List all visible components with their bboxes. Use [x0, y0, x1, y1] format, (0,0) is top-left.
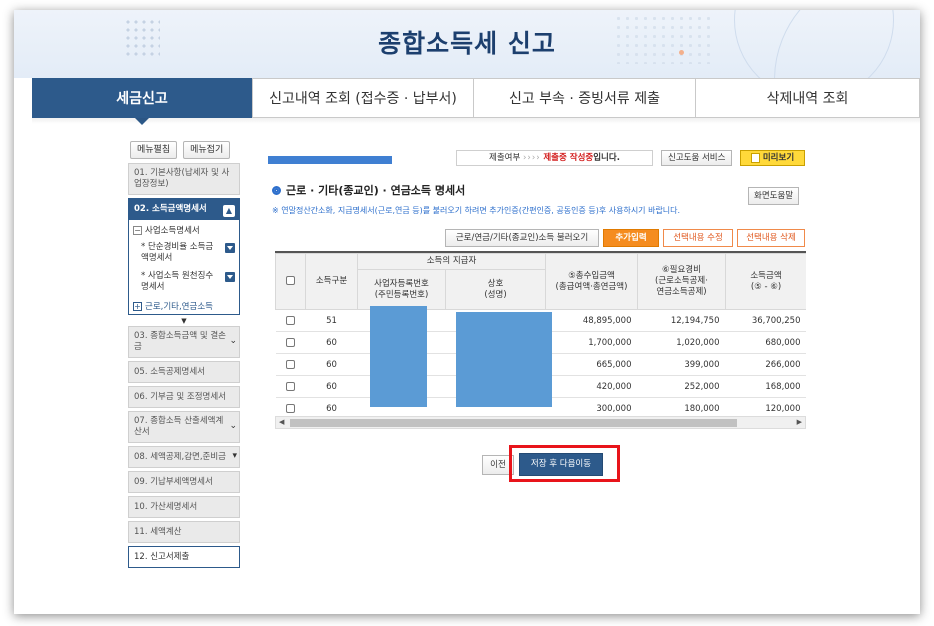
cell-income: 36,700,250	[725, 309, 806, 332]
minus-icon: −	[133, 225, 142, 235]
submenu-business-income[interactable]: − 사업소득명세서	[133, 224, 235, 236]
sidebar-item-basic-info[interactable]: 01. 기본사항(납세자 및 사업장정보)	[128, 163, 240, 195]
cell-gross: 420,000	[545, 375, 638, 398]
cell-gross: 665,000	[545, 353, 638, 376]
chevron-down-icon: ▾	[232, 451, 237, 461]
col-biz-reg-no: 사업자등록번호 (주민등록번호)	[357, 269, 446, 310]
document-icon	[750, 153, 760, 163]
tab-deleted-history[interactable]: 삭제내역 조회	[696, 78, 920, 118]
progress-bar	[268, 156, 392, 164]
col-income-amount: 소득금액 (⑤ - ⑥)	[725, 253, 806, 310]
notice-text: ※ 연말정산간소화, 지급명세서(근로,연금 등)를 불러오기 하려면 추가인증…	[272, 206, 681, 215]
cell-income: 168,000	[725, 375, 806, 398]
sidebar-item-deductions[interactable]: 05. 소득공제명세서	[128, 361, 240, 383]
cell-expense: 399,000	[637, 353, 726, 376]
scroll-right-icon[interactable]: ▶	[797, 417, 802, 428]
submenu-wage-pension[interactable]: + 근로,기타,연금소득	[133, 300, 235, 312]
screen-help-button[interactable]: 화면도움말	[748, 187, 800, 205]
cell-type: 51	[305, 309, 358, 332]
select-all-header	[275, 253, 306, 310]
tabs-shadow	[32, 118, 920, 124]
row-checkbox[interactable]	[286, 359, 295, 369]
col-gross-income: ⑤총수입금액 (총급여액·총연금액)	[545, 253, 638, 310]
chevron-down-icon: ▼	[181, 317, 187, 325]
chevron-up-icon[interactable]: ▲	[223, 205, 235, 217]
preview-button[interactable]: 미리보기	[740, 150, 805, 166]
scrollbar-thumb[interactable]	[290, 419, 737, 427]
banner: 종합소득세 신고	[14, 10, 920, 78]
select-all-checkbox[interactable]	[286, 276, 295, 285]
row-checkbox[interactable]	[286, 381, 295, 391]
cell-type: 60	[305, 375, 358, 398]
table-horizontal-scrollbar[interactable]: ◀ ▶	[275, 416, 806, 429]
filing-help-service-button[interactable]: 신고도움 서비스	[661, 150, 733, 166]
sidebar-item-penalty-tax[interactable]: 10. 가산세명세서	[128, 496, 240, 518]
menu-expand-button[interactable]: 메뉴펼침	[130, 141, 178, 159]
row-checkbox[interactable]	[286, 315, 295, 325]
menu-toggle-group: 메뉴펼침 메뉴접기	[130, 141, 231, 159]
tab-attachments[interactable]: 신고 부속 · 증빙서류 제출	[474, 78, 696, 118]
submenu-simple-expense[interactable]: * 단순경비율 소득금액명세서	[133, 242, 235, 264]
row-checkbox[interactable]	[286, 337, 295, 347]
menu-collapse-button[interactable]: 메뉴접기	[183, 141, 231, 159]
add-entry-button[interactable]: 추가입력	[603, 229, 659, 247]
tab-tax-filing[interactable]: 세금신고	[32, 78, 252, 125]
cell-gross: 1,700,000	[545, 331, 638, 354]
bullet-icon	[272, 185, 281, 195]
cell-income: 680,000	[725, 331, 806, 354]
sidebar-item-tax-calculation[interactable]: 11. 세액계산	[128, 521, 240, 543]
cell-expense: 252,000	[637, 375, 726, 398]
delete-selected-button[interactable]: 선택내용 삭제	[737, 229, 805, 247]
section-title: 근로 · 기타(종교인) · 연금소득 명세서	[272, 182, 465, 198]
sidebar-item-total-income[interactable]: 03. 종합소득금액 및 결손금 ⌄	[128, 326, 240, 358]
dropdown-icon[interactable]	[225, 272, 235, 282]
col-income-type: 소득구분	[305, 253, 358, 310]
cell-income: 266,000	[725, 353, 806, 376]
main-tabs: 세금신고 신고내역 조회 (접수증 · 납부서) 신고 부속 · 증빙서류 제출…	[32, 78, 920, 125]
cell-type: 60	[305, 353, 358, 376]
cell-gross: 48,895,000	[545, 309, 638, 332]
edit-selected-button[interactable]: 선택내용 수정	[663, 229, 733, 247]
tab-filing-history[interactable]: 신고내역 조회 (접수증 · 납부서)	[252, 78, 474, 118]
sidebar-item-prepaid-tax[interactable]: 09. 기납부세액명세서	[128, 471, 240, 493]
chevron-down-icon: ⌄	[229, 421, 237, 431]
cell-expense: 1,020,000	[637, 331, 726, 354]
redaction-mask	[370, 306, 427, 407]
chevron-down-icon: ⌄	[229, 336, 237, 346]
col-payer-name: 상호 (성명)	[445, 269, 546, 310]
sidebar-submenu: − 사업소득명세서 * 단순경비율 소득금액명세서 * 사업소득 원천징수명세서…	[128, 220, 240, 315]
status-indicator: 제출여부 ›››› 제출중 작성중입니다.	[456, 150, 653, 166]
sidebar-item-submit[interactable]: 12. 신고서제출	[128, 546, 240, 568]
col-payer-group: 소득의 지급자	[357, 253, 546, 270]
sidebar-item-tax-calc-sheet[interactable]: 07. 종합소득 산출세액계산서 ⌄	[128, 411, 240, 443]
sidebar-item-tax-credits[interactable]: 08. 세액공제,감면,준비금 ▾	[128, 446, 240, 468]
col-necessary-expense: ⑥필요경비 (근로소득공제· 연금소득공제)	[637, 253, 726, 310]
page-title: 종합소득세 신고	[378, 29, 556, 58]
load-income-button[interactable]: 근로/연금/기타(종교인)소득 불러오기	[445, 229, 599, 247]
sidebar: 01. 기본사항(납세자 및 사업장정보) 02. 소득금액명세서 ▲ − 사업…	[128, 163, 240, 571]
sidebar-item-donations[interactable]: 06. 기부금 및 조정명세서	[128, 386, 240, 408]
row-checkbox[interactable]	[286, 403, 295, 413]
submenu-withholding[interactable]: * 사업소득 원천징수명세서	[133, 271, 235, 293]
sidebar-item-label: 02. 소득금액명세서	[134, 203, 207, 214]
scroll-left-icon[interactable]: ◀	[279, 417, 284, 428]
sidebar-item-income-statement[interactable]: 02. 소득금액명세서 ▲	[128, 198, 240, 220]
cell-type: 60	[305, 331, 358, 354]
highlight-box	[509, 445, 620, 482]
cell-expense: 12,194,750	[637, 309, 726, 332]
dropdown-icon[interactable]	[225, 243, 235, 253]
redaction-mask	[456, 312, 552, 407]
plus-icon: +	[133, 301, 142, 311]
